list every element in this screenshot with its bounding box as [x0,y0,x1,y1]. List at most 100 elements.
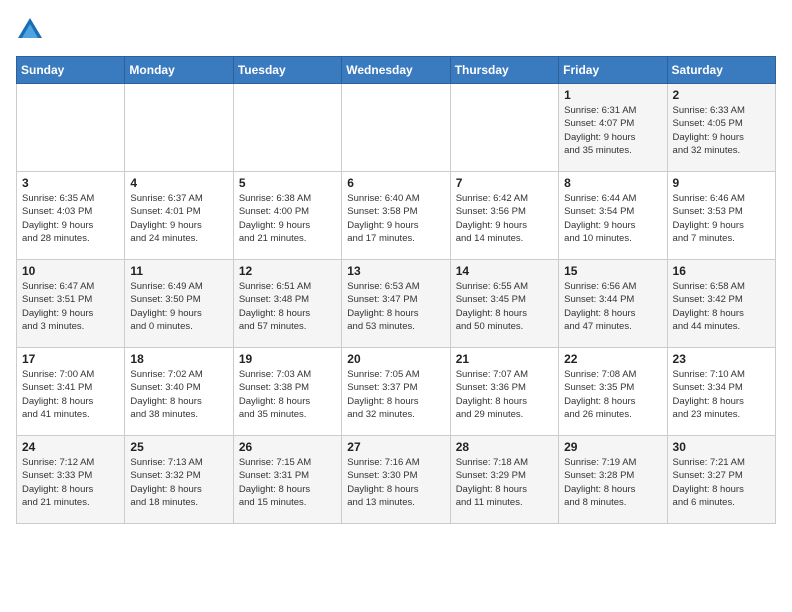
calendar-table: SundayMondayTuesdayWednesdayThursdayFrid… [16,56,776,524]
weekday-header-monday: Monday [125,57,233,84]
day-number: 4 [130,176,227,190]
weekday-header-thursday: Thursday [450,57,558,84]
day-number: 7 [456,176,553,190]
calendar-cell [233,84,341,172]
day-number: 17 [22,352,119,366]
calendar-cell: 20 Sunrise: 7:05 AM Sunset: 3:37 PM Dayli… [342,348,450,436]
day-number: 26 [239,440,336,454]
day-info: Sunrise: 6:46 AM Sunset: 3:53 PM Dayligh… [673,192,770,245]
day-number: 18 [130,352,227,366]
day-number: 19 [239,352,336,366]
day-info: Sunrise: 6:55 AM Sunset: 3:45 PM Dayligh… [456,280,553,333]
day-info: Sunrise: 7:05 AM Sunset: 3:37 PM Dayligh… [347,368,444,421]
day-number: 10 [22,264,119,278]
logo-icon [16,16,44,44]
day-info: Sunrise: 7:00 AM Sunset: 3:41 PM Dayligh… [22,368,119,421]
day-info: Sunrise: 6:49 AM Sunset: 3:50 PM Dayligh… [130,280,227,333]
weekday-header-tuesday: Tuesday [233,57,341,84]
day-info: Sunrise: 7:16 AM Sunset: 3:30 PM Dayligh… [347,456,444,509]
calendar-cell: 5 Sunrise: 6:38 AM Sunset: 4:00 PM Daylig… [233,172,341,260]
calendar-cell: 3 Sunrise: 6:35 AM Sunset: 4:03 PM Daylig… [17,172,125,260]
day-info: Sunrise: 6:42 AM Sunset: 3:56 PM Dayligh… [456,192,553,245]
calendar-cell: 7 Sunrise: 6:42 AM Sunset: 3:56 PM Daylig… [450,172,558,260]
day-info: Sunrise: 7:02 AM Sunset: 3:40 PM Dayligh… [130,368,227,421]
calendar-cell: 18 Sunrise: 7:02 AM Sunset: 3:40 PM Dayli… [125,348,233,436]
calendar-cell: 6Sunrise: 6:40 AM Sunset: 3:58 PM Daylig… [342,172,450,260]
week-row-4: 17 Sunrise: 7:00 AM Sunset: 3:41 PM Dayli… [17,348,776,436]
calendar-cell: 13 Sunrise: 6:53 AM Sunset: 3:47 PM Dayli… [342,260,450,348]
calendar-cell: 11 Sunrise: 6:49 AM Sunset: 3:50 PM Dayli… [125,260,233,348]
week-row-1: 1 Sunrise: 6:31 AM Sunset: 4:07 PM Daylig… [17,84,776,172]
weekday-header-sunday: Sunday [17,57,125,84]
day-number: 6 [347,176,444,190]
day-info: Sunrise: 7:07 AM Sunset: 3:36 PM Dayligh… [456,368,553,421]
day-number: 22 [564,352,661,366]
day-info: Sunrise: 6:47 AM Sunset: 3:51 PM Dayligh… [22,280,119,333]
calendar-cell: 16 Sunrise: 6:58 AM Sunset: 3:42 PM Dayli… [667,260,775,348]
day-info: Sunrise: 6:44 AM Sunset: 3:54 PM Dayligh… [564,192,661,245]
calendar-cell [342,84,450,172]
day-number: 16 [673,264,770,278]
calendar-cell: 27 Sunrise: 7:16 AM Sunset: 3:30 PM Dayli… [342,436,450,524]
calendar-cell: 30 Sunrise: 7:21 AM Sunset: 3:27 PM Dayli… [667,436,775,524]
day-number: 29 [564,440,661,454]
day-number: 14 [456,264,553,278]
day-number: 21 [456,352,553,366]
day-number: 24 [22,440,119,454]
day-number: 20 [347,352,444,366]
day-number: 11 [130,264,227,278]
day-number: 9 [673,176,770,190]
day-number: 12 [239,264,336,278]
calendar-cell: 28 Sunrise: 7:18 AM Sunset: 3:29 PM Dayli… [450,436,558,524]
day-number: 15 [564,264,661,278]
day-info: Sunrise: 7:03 AM Sunset: 3:38 PM Dayligh… [239,368,336,421]
day-number: 23 [673,352,770,366]
day-info: Sunrise: 6:56 AM Sunset: 3:44 PM Dayligh… [564,280,661,333]
calendar-cell: 8 Sunrise: 6:44 AM Sunset: 3:54 PM Daylig… [559,172,667,260]
day-info: Sunrise: 6:51 AM Sunset: 3:48 PM Dayligh… [239,280,336,333]
day-number: 13 [347,264,444,278]
week-row-2: 3 Sunrise: 6:35 AM Sunset: 4:03 PM Daylig… [17,172,776,260]
weekday-header-wednesday: Wednesday [342,57,450,84]
calendar-cell: 12 Sunrise: 6:51 AM Sunset: 3:48 PM Dayli… [233,260,341,348]
calendar-cell: 14 Sunrise: 6:55 AM Sunset: 3:45 PM Dayli… [450,260,558,348]
day-number: 27 [347,440,444,454]
calendar-cell: 1 Sunrise: 6:31 AM Sunset: 4:07 PM Daylig… [559,84,667,172]
calendar-cell: 23 Sunrise: 7:10 AM Sunset: 3:34 PM Dayli… [667,348,775,436]
day-number: 28 [456,440,553,454]
day-number: 30 [673,440,770,454]
day-info: Sunrise: 6:38 AM Sunset: 4:00 PM Dayligh… [239,192,336,245]
day-info: Sunrise: 7:08 AM Sunset: 3:35 PM Dayligh… [564,368,661,421]
calendar-cell: 21 Sunrise: 7:07 AM Sunset: 3:36 PM Dayli… [450,348,558,436]
day-info: Sunrise: 6:53 AM Sunset: 3:47 PM Dayligh… [347,280,444,333]
day-number: 25 [130,440,227,454]
day-info: Sunrise: 6:37 AM Sunset: 4:01 PM Dayligh… [130,192,227,245]
day-number: 2 [673,88,770,102]
day-info: Sunrise: 6:35 AM Sunset: 4:03 PM Dayligh… [22,192,119,245]
day-info: Sunrise: 7:19 AM Sunset: 3:28 PM Dayligh… [564,456,661,509]
day-number: 3 [22,176,119,190]
day-info: Sunrise: 6:58 AM Sunset: 3:42 PM Dayligh… [673,280,770,333]
day-number: 8 [564,176,661,190]
calendar-cell: 19 Sunrise: 7:03 AM Sunset: 3:38 PM Dayli… [233,348,341,436]
calendar-cell: 15 Sunrise: 6:56 AM Sunset: 3:44 PM Dayli… [559,260,667,348]
day-info: Sunrise: 7:21 AM Sunset: 3:27 PM Dayligh… [673,456,770,509]
calendar-cell: 10 Sunrise: 6:47 AM Sunset: 3:51 PM Dayli… [17,260,125,348]
day-info: Sunrise: 6:31 AM Sunset: 4:07 PM Dayligh… [564,104,661,157]
day-info: Sunrise: 6:33 AM Sunset: 4:05 PM Dayligh… [673,104,770,157]
day-info: Sunrise: 7:10 AM Sunset: 3:34 PM Dayligh… [673,368,770,421]
weekday-header-saturday: Saturday [667,57,775,84]
day-info: Sunrise: 7:12 AM Sunset: 3:33 PM Dayligh… [22,456,119,509]
day-info: Sunrise: 7:15 AM Sunset: 3:31 PM Dayligh… [239,456,336,509]
calendar-cell: 17 Sunrise: 7:00 AM Sunset: 3:41 PM Dayli… [17,348,125,436]
day-info: Sunrise: 7:18 AM Sunset: 3:29 PM Dayligh… [456,456,553,509]
calendar-cell [17,84,125,172]
day-number: 1 [564,88,661,102]
calendar-cell: 29 Sunrise: 7:19 AM Sunset: 3:28 PM Dayli… [559,436,667,524]
day-info: Sunrise: 7:13 AM Sunset: 3:32 PM Dayligh… [130,456,227,509]
calendar-cell: 25 Sunrise: 7:13 AM Sunset: 3:32 PM Dayli… [125,436,233,524]
calendar-cell [125,84,233,172]
calendar-cell: 26 Sunrise: 7:15 AM Sunset: 3:31 PM Dayli… [233,436,341,524]
calendar-cell: 22 Sunrise: 7:08 AM Sunset: 3:35 PM Dayli… [559,348,667,436]
day-number: 5 [239,176,336,190]
